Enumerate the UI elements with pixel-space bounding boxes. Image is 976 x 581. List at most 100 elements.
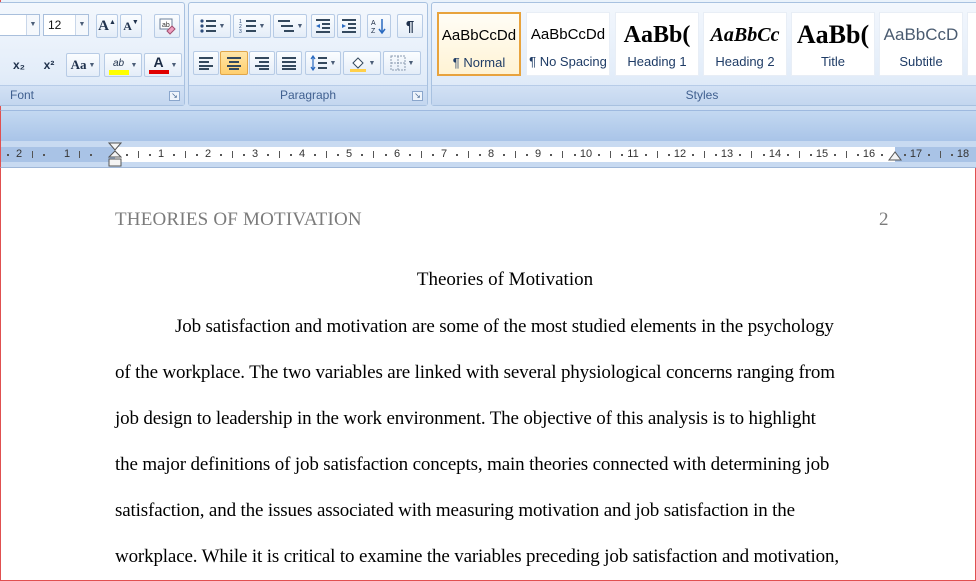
style-heading-1-sample: AaBb(	[623, 22, 691, 48]
shrink-font-button[interactable]: A ▼	[120, 14, 142, 38]
ruler-tick	[79, 151, 80, 158]
ruler-dot	[526, 154, 528, 156]
grow-font-button[interactable]: A ▲	[96, 14, 118, 38]
chevron-down-icon: ▼	[407, 59, 415, 67]
chevron-down-icon: ▼	[218, 22, 226, 30]
numbered-list-icon: 1 2 3	[239, 19, 256, 34]
decrease-indent-icon	[316, 19, 330, 33]
ruler-dot	[126, 154, 128, 156]
style-heading-2-name: Heading 2	[715, 54, 775, 69]
increase-indent-icon	[342, 19, 356, 33]
style-heading-1-name: Heading 1	[627, 54, 687, 69]
ruler-number: 2	[204, 148, 212, 160]
ruler-dot	[550, 154, 552, 156]
grow-arrow-icon: ▲	[108, 18, 116, 26]
show-formatting-marks-button[interactable]: ¶	[397, 14, 423, 38]
ruler-dot	[668, 154, 670, 156]
clear-formatting-icon: ab	[159, 18, 176, 35]
ruler-tick	[704, 151, 705, 158]
highlight-color-button[interactable]: ab ▼	[104, 53, 142, 77]
justify-button[interactable]	[276, 51, 302, 75]
horizontal-ruler[interactable]: 2 1 1 2 3 4 5 6 7 8 9 10 11 12 13 14 15 …	[0, 141, 976, 168]
style-normal[interactable]: AaBbCcDd ¶ Normal	[437, 12, 521, 76]
ruler-tick	[279, 151, 280, 158]
ruler-tick	[421, 151, 422, 158]
ruler-dot	[385, 154, 387, 156]
ruler-tick	[657, 151, 658, 158]
ruler-dot	[7, 154, 9, 156]
superscript-button[interactable]: x²	[36, 53, 62, 77]
chevron-down-icon: ▼	[296, 22, 304, 30]
ruler-dot	[881, 154, 883, 156]
ruler-dot	[763, 154, 765, 156]
font-name-combo[interactable]: ▼	[0, 14, 40, 36]
ruler-number: 12	[673, 148, 687, 160]
increase-indent-button[interactable]	[337, 14, 361, 38]
ruler-tick	[515, 151, 516, 158]
style-subtitle[interactable]: AaBbCcD Subtitle	[879, 12, 963, 76]
ruler-dot	[810, 154, 812, 156]
align-left-button[interactable]	[193, 51, 219, 75]
document-page[interactable]: THEORIES OF MOTIVATION 2 Theories of Mot…	[0, 168, 976, 581]
decrease-indent-button[interactable]	[311, 14, 335, 38]
paragraph-dialog-launcher[interactable]: ↘	[412, 91, 423, 101]
document-title: Theories of Motivation	[416, 269, 594, 290]
font-color-button[interactable]: A ▼	[144, 53, 182, 77]
style-title-name: Title	[820, 54, 846, 69]
style-no-spacing[interactable]: AaBbCcDd ¶ No Spacing	[526, 12, 610, 76]
ruler-number: 7	[440, 148, 448, 160]
ruler-dot	[598, 154, 600, 156]
ruler-dot	[149, 154, 151, 156]
sort-button[interactable]: A Z	[367, 14, 391, 38]
style-heading-1[interactable]: AaBb( Heading 1	[615, 12, 699, 76]
style-subtitle-sample: AaBbCcD	[883, 25, 959, 44]
chevron-down-icon: ▼	[368, 59, 376, 67]
ruler-dot	[479, 154, 481, 156]
subscript-button[interactable]: x₂	[6, 53, 32, 77]
chevron-down-icon[interactable]: ▼	[26, 15, 39, 35]
numbering-button[interactable]: 1 2 3 ▼	[233, 14, 271, 38]
ruler-dot	[928, 154, 930, 156]
style-title[interactable]: AaBb( Title	[791, 12, 875, 76]
clear-formatting-button[interactable]: ab	[154, 14, 180, 38]
right-indent-marker-icon[interactable]	[888, 145, 902, 165]
bullets-button[interactable]: ▼	[193, 14, 231, 38]
shading-button[interactable]: ▼	[343, 51, 381, 75]
font-dialog-launcher[interactable]: ↘	[169, 91, 180, 101]
style-heading-2[interactable]: AaBbCc Heading 2	[703, 12, 787, 76]
change-case-button[interactable]: Aa ▼	[66, 53, 100, 77]
borders-button[interactable]: ▼	[383, 51, 421, 75]
body-text-line: the major definitions of job satisfactio…	[115, 454, 830, 475]
chevron-down-icon[interactable]: ▼	[75, 15, 88, 35]
font-size-combo[interactable]: 12 ▼	[43, 14, 89, 36]
ruler-dot	[43, 154, 45, 156]
pilcrow-icon: ¶	[405, 17, 415, 35]
multilevel-list-button[interactable]: ▼	[273, 14, 307, 38]
justify-icon	[282, 57, 296, 70]
ruler-dot	[857, 154, 859, 156]
align-right-button[interactable]	[249, 51, 275, 75]
ruler-tick	[799, 151, 800, 158]
page-number: 2	[879, 209, 889, 230]
ruler-dot	[834, 154, 836, 156]
ruler-dot	[715, 154, 717, 156]
style-heading-2-sample: AaBbCc	[710, 24, 780, 46]
first-line-indent-marker-icon[interactable]	[108, 141, 122, 169]
ruler-dot	[314, 154, 316, 156]
ruler-dot	[243, 154, 245, 156]
ruler-dot	[574, 154, 576, 156]
superscript-icon: x²	[43, 58, 55, 72]
line-spacing-button[interactable]: ▼	[305, 51, 341, 75]
chevron-down-icon: ▼	[130, 61, 138, 69]
ruler-number: 9	[534, 148, 542, 160]
paint-bucket-icon	[349, 57, 366, 72]
highlighter-icon: ab	[108, 56, 129, 75]
ruler-number: 3	[251, 148, 259, 160]
svg-text:ab: ab	[162, 22, 170, 29]
svg-text:3: 3	[239, 29, 242, 34]
align-center-button[interactable]	[220, 51, 248, 75]
style-partial[interactable]: A S	[967, 12, 976, 76]
ruler-number: 14	[768, 148, 782, 160]
change-case-icon: Aa	[70, 57, 87, 72]
ruler-dot	[290, 154, 292, 156]
